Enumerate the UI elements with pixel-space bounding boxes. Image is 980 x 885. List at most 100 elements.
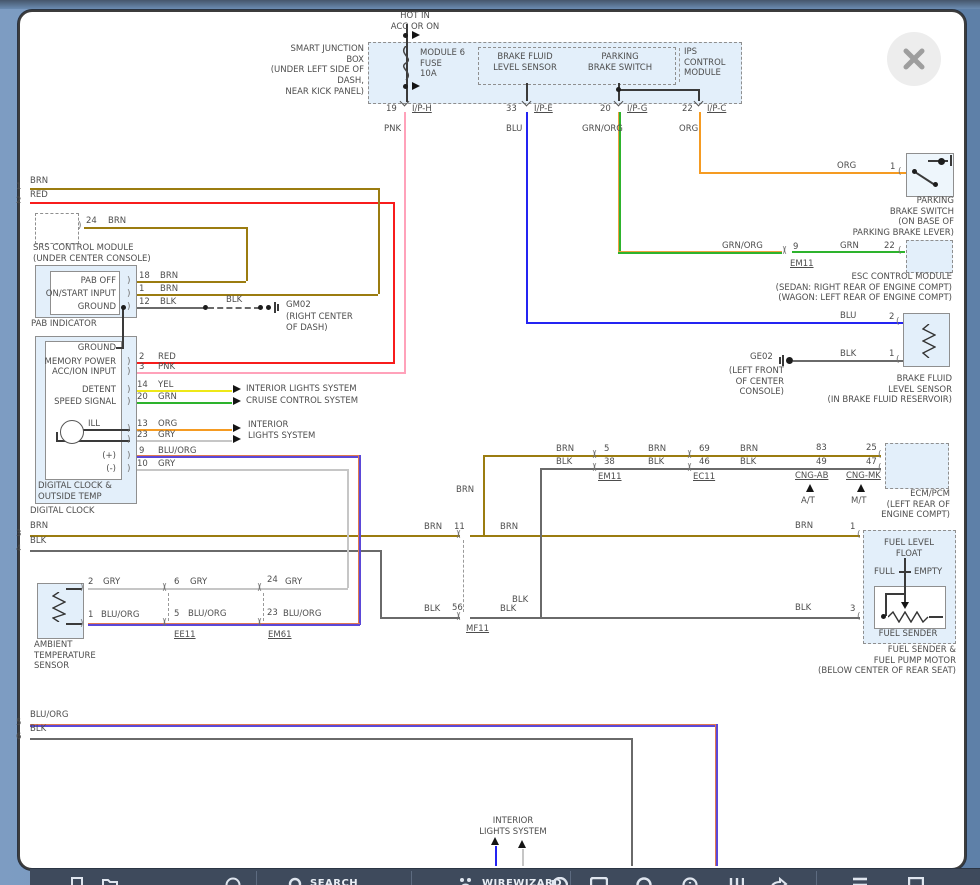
ecm-at: A/T (801, 496, 815, 507)
close-button[interactable] (887, 32, 941, 86)
wire-blu-bottom (495, 846, 497, 866)
wire-gry-amb (88, 588, 348, 590)
fuel-empty-label: EMPTY (914, 567, 942, 578)
junction-dot (203, 305, 208, 310)
pab-onstart-pin: 1 (139, 284, 144, 295)
wire-gry-bottom (522, 849, 524, 866)
pin-arc: ( (898, 247, 900, 256)
connector-em11-link2[interactable]: EM11 (598, 472, 622, 483)
wire-pnk-acc (137, 372, 406, 374)
inline-connector: )( (592, 451, 595, 460)
wire-label-blu: BLU (506, 124, 522, 135)
fuel-int-h (885, 593, 905, 595)
bottom-toolbar: SEARCH WIREWIZARD (30, 868, 980, 885)
srs-label: SRS CONTROL MODULE (UNDER CENTER CONSOLE… (33, 243, 151, 264)
bfls-wire1: BLK (840, 349, 856, 360)
connector-ipe-link[interactable]: I/P-E (534, 104, 553, 115)
sjb-bfls-label: BRAKE FLUID LEVEL SENSOR (486, 52, 564, 73)
pin-arc: ) (127, 425, 129, 434)
clock-minus-pin: 10 (137, 459, 148, 470)
bookmark-icon[interactable] (70, 877, 84, 885)
search-icon[interactable] (288, 877, 304, 885)
connector-em61-link[interactable]: EM61 (268, 630, 292, 641)
toolbar-divider (256, 871, 257, 885)
clock-ill-wire-b: GRY (158, 430, 175, 441)
pin-arc: ( (896, 318, 898, 327)
window-top-edge (0, 0, 980, 9)
help-circle-icon[interactable] (225, 877, 241, 885)
info-icon[interactable] (682, 877, 698, 885)
connector-mf11-link[interactable]: MF11 (466, 624, 489, 635)
mid-brn-left: BRN (424, 522, 442, 533)
clock-plus-pin: 9 (139, 446, 144, 457)
pin-arc: ) (127, 358, 129, 367)
undo-icon[interactable] (550, 877, 568, 885)
pin-arc: ) (127, 368, 129, 377)
list-icon[interactable] (852, 877, 868, 885)
at-arrow (806, 484, 814, 492)
fuel-full-label: FULL (874, 567, 895, 578)
wire-bluorg-v (358, 455, 361, 625)
ecm-pcm-box (885, 443, 949, 489)
fuel-pin1-label: 1 (850, 522, 855, 533)
connector-cngmk-link[interactable]: CNG-MK (846, 471, 881, 482)
wire-blk-ge02 (793, 360, 903, 362)
esc-wire-in: GRN/ORG (722, 241, 763, 252)
connector-ec11-link[interactable]: EC11 (693, 472, 715, 483)
window-icon[interactable] (908, 877, 924, 885)
connector-iph-link[interactable]: I/P-H (412, 104, 432, 115)
clock-acc-pin: 3 (139, 362, 144, 373)
wire-brn-v1 (378, 188, 380, 294)
clock-spd-label: SPEED SIGNAL (30, 397, 116, 408)
row1-wire: BRN (30, 176, 48, 187)
ecm-label: ECM/PCM (LEFT REAR OF ENGINE COMPT) (845, 489, 950, 521)
pab-blk2-label: BLK (226, 295, 242, 306)
row2-num: 2 (16, 196, 21, 207)
share-icon[interactable] (770, 877, 788, 885)
pin-33: 33 (506, 104, 517, 115)
wire-label-org: ORG (679, 124, 698, 135)
toolbar-divider (411, 871, 412, 885)
ecm-p5: 5 (604, 444, 609, 455)
ref-arrow-interior2a (233, 424, 241, 432)
folder-icon[interactable] (102, 877, 118, 885)
circle-tool-icon[interactable] (636, 877, 652, 885)
hot-in-label: HOT IN ACC OR ON (384, 11, 446, 32)
connector-cngab-link[interactable]: CNG-AB (795, 471, 828, 482)
switch-ground-dot (938, 158, 945, 165)
wire-gry-v (347, 469, 349, 588)
sliders-icon[interactable] (728, 877, 744, 885)
inline-connector: )( (456, 613, 459, 622)
esc-cpin: 9 (793, 242, 798, 253)
connector-em11-link[interactable]: EM11 (790, 259, 814, 270)
pin-arc: ( (896, 356, 898, 365)
clock-ground-label: GROUND (30, 343, 116, 354)
amb-gry1: GRY (103, 577, 120, 588)
connector-ipg-link[interactable]: I/P-G (627, 104, 647, 115)
pin-arc: ) (80, 620, 82, 629)
clock-ill-pin-b: 23 (137, 430, 148, 441)
row3-wire: BRN (30, 521, 48, 532)
pin-arc: ) (127, 303, 129, 312)
wire-brn-row3b (470, 535, 860, 537)
amb-pin1: 1 (88, 610, 93, 621)
inline-connector: )( (592, 464, 595, 473)
pbs-wire-label: ORG (837, 161, 856, 172)
ref-interior-lights2: INTERIOR LIGHTS SYSTEM (248, 420, 315, 441)
gm02-ground-dot (266, 305, 271, 310)
clock-ill-pin-a: 13 (137, 419, 148, 430)
pin-arc: ) (127, 465, 129, 474)
rectangle-tool-icon[interactable] (590, 877, 608, 885)
feed-arrow (412, 82, 420, 90)
connector-ee11-link[interactable]: EE11 (174, 630, 196, 641)
wire-org-v (699, 112, 701, 172)
paw-icon[interactable] (458, 877, 476, 885)
pin-arc: ( (878, 451, 880, 460)
wire-brn-pab18 (137, 281, 246, 283)
search-button[interactable]: SEARCH (310, 878, 358, 885)
connector-ipc-link[interactable]: I/P-C (707, 104, 726, 115)
junction-dot (403, 33, 408, 38)
inline-connector: )( (257, 619, 260, 628)
clock-acc-wire: PNK (158, 362, 175, 373)
ecm-p69: 69 (699, 444, 710, 455)
